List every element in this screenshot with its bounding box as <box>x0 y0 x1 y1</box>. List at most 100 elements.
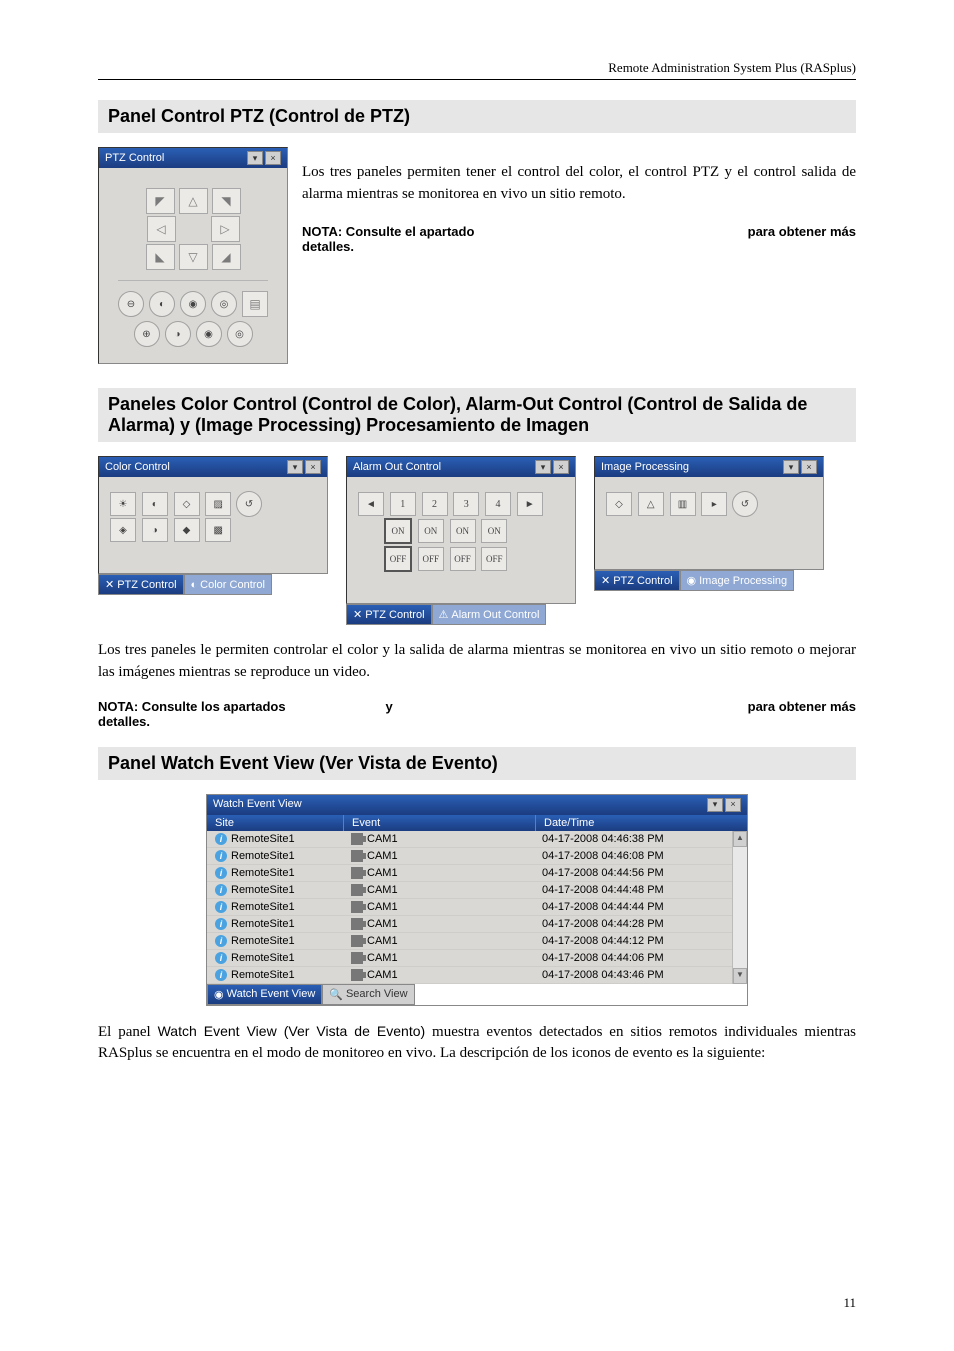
section1-note-right: para obtener más <box>748 224 856 239</box>
alarm-on-2[interactable]: ON <box>418 519 444 543</box>
wev-col-site[interactable]: Site <box>207 815 344 831</box>
ptz-down[interactable]: ▽ <box>179 244 208 270</box>
wev-col-datetime[interactable]: Date/Time <box>536 815 747 831</box>
iris-close-icon[interactable]: ◉ <box>180 291 206 317</box>
brightness-down-icon[interactable]: ◈ <box>110 518 136 542</box>
zoom-out-icon[interactable]: ⊖ <box>118 291 144 317</box>
table-row[interactable]: iRemoteSite1CAM104-17-2008 04:44:28 PM <box>207 916 747 933</box>
ptz-menu-icon[interactable]: ▤ <box>242 291 268 317</box>
color-panel-title: Color Control <box>105 461 170 473</box>
camera-icon <box>351 850 363 862</box>
iris-open-icon[interactable]: ◉ <box>196 321 222 347</box>
ptz-panel-title-text: PTZ Control <box>105 152 164 164</box>
info-icon: i <box>215 969 227 981</box>
hue-up-icon[interactable]: ▨ <box>205 492 231 516</box>
wev-header-row: Site Event Date/Time <box>207 815 747 831</box>
brightness-up-icon[interactable]: ☀ <box>110 492 136 516</box>
watch-event-view-panel: Watch Event View ▾× Site Event Date/Time… <box>206 794 748 1006</box>
table-row[interactable]: iRemoteSite1CAM104-17-2008 04:43:46 PM <box>207 967 747 984</box>
alarm-prev-icon[interactable]: ◄ <box>358 492 384 516</box>
tab-ptz-control[interactable]: ✕PTZ Control <box>98 574 184 595</box>
alarm-on-3[interactable]: ON <box>450 519 476 543</box>
close-icon[interactable]: × <box>553 460 569 474</box>
camera-icon <box>351 935 363 947</box>
ptz-left[interactable]: ◁ <box>147 216 176 242</box>
tab-image-processing[interactable]: ◉Image Processing <box>680 570 795 591</box>
pin-icon[interactable]: ▾ <box>287 460 303 474</box>
alarm-ch-3[interactable]: 3 <box>453 492 479 516</box>
alarm-on-1[interactable]: ON <box>384 518 412 544</box>
contrast-up-icon[interactable]: ◐ <box>142 492 168 516</box>
tab-search-view[interactable]: 🔍Search View <box>322 984 414 1005</box>
scroll-up-icon[interactable]: ▲ <box>733 831 747 847</box>
table-row[interactable]: iRemoteSite1CAM104-17-2008 04:46:08 PM <box>207 848 747 865</box>
table-row[interactable]: iRemoteSite1CAM104-17-2008 04:44:12 PM <box>207 933 747 950</box>
camera-icon <box>351 918 363 930</box>
alarm-off-1[interactable]: OFF <box>384 546 412 572</box>
close-icon[interactable]: × <box>725 798 741 812</box>
table-row[interactable]: iRemoteSite1CAM104-17-2008 04:44:06 PM <box>207 950 747 967</box>
alarm-panel: Alarm Out Control▾× ◄ 1 2 3 4 ► ON ON ON <box>346 456 576 604</box>
ptz-up-left[interactable]: ◤ <box>146 188 175 214</box>
camera-icon <box>351 901 363 913</box>
alarm-ch-1[interactable]: 1 <box>390 492 416 516</box>
ptz-down-right[interactable]: ◢ <box>212 244 241 270</box>
camera-icon <box>351 833 363 845</box>
table-row[interactable]: iRemoteSite1CAM104-17-2008 04:44:44 PM <box>207 899 747 916</box>
pin-icon[interactable]: ▾ <box>535 460 551 474</box>
ptz-up-right[interactable]: ◥ <box>212 188 241 214</box>
table-row[interactable]: iRemoteSite1CAM104-17-2008 04:46:38 PM <box>207 831 747 848</box>
tab-ptz-control[interactable]: ✕PTZ Control <box>346 604 432 625</box>
section1-note-below: detalles. <box>302 239 856 254</box>
alarm-on-4[interactable]: ON <box>481 519 507 543</box>
interpolate-icon[interactable]: ▸ <box>701 492 727 516</box>
pin-icon[interactable]: ▾ <box>707 798 723 812</box>
tab-ptz-control[interactable]: ✕PTZ Control <box>594 570 680 591</box>
contrast-down-icon[interactable]: ◑ <box>142 518 168 542</box>
table-row[interactable]: iRemoteSite1CAM104-17-2008 04:44:56 PM <box>207 865 747 882</box>
ptz-panel-titlebar: PTZ Control ▾ × <box>99 148 287 168</box>
scroll-down-icon[interactable]: ▼ <box>733 968 747 984</box>
camera-icon <box>351 867 363 879</box>
section1-note-left: NOTA: Consulte el apartado <box>302 224 474 239</box>
blur-icon[interactable]: ◇ <box>606 492 632 516</box>
focus-far-icon[interactable]: ◐ <box>149 291 175 317</box>
page-number: 11 <box>843 1295 856 1311</box>
alarm-off-4[interactable]: OFF <box>481 547 507 571</box>
close-icon[interactable]: × <box>801 460 817 474</box>
image-reset-icon[interactable]: ↺ <box>732 491 758 517</box>
goto-preset-icon[interactable]: ◎ <box>227 321 253 347</box>
zoom-in-icon[interactable]: ⊕ <box>134 321 160 347</box>
table-row[interactable]: iRemoteSite1CAM104-17-2008 04:44:48 PM <box>207 882 747 899</box>
pin-icon[interactable]: ▾ <box>783 460 799 474</box>
hue-down-icon[interactable]: ▩ <box>205 518 231 542</box>
saturation-up-icon[interactable]: ◇ <box>174 492 200 516</box>
camera-icon <box>351 952 363 964</box>
alarm-off-2[interactable]: OFF <box>418 547 444 571</box>
equalize-icon[interactable]: ▥ <box>670 492 696 516</box>
scrollbar[interactable]: ▲ ▼ <box>732 831 747 984</box>
close-icon[interactable]: × <box>305 460 321 474</box>
section2-note-left: NOTA: Consulte los apartados <box>98 699 286 714</box>
ptz-up[interactable]: △ <box>179 188 208 214</box>
saturation-down-icon[interactable]: ◆ <box>174 518 200 542</box>
close-icon[interactable]: × <box>265 151 281 165</box>
info-icon: i <box>215 935 227 947</box>
alarm-ch-4[interactable]: 4 <box>485 492 511 516</box>
alarm-off-3[interactable]: OFF <box>450 547 476 571</box>
alarm-next-icon[interactable]: ► <box>517 492 543 516</box>
tab-color-control[interactable]: ◐Color Control <box>184 574 272 595</box>
ptz-down-left[interactable]: ◣ <box>146 244 175 270</box>
preset-icon[interactable]: ◎ <box>211 291 237 317</box>
tab-alarm-control[interactable]: ⚠Alarm Out Control <box>432 604 547 625</box>
section2-note-below: detalles. <box>98 714 856 729</box>
header-product: Remote Administration System Plus (RASpl… <box>98 60 856 76</box>
pin-icon[interactable]: ▾ <box>247 151 263 165</box>
tab-watch-event-view[interactable]: ◉Watch Event View <box>207 984 322 1005</box>
ptz-right[interactable]: ▷ <box>211 216 240 242</box>
sharpen-icon[interactable]: △ <box>638 492 664 516</box>
wev-col-event[interactable]: Event <box>344 815 536 831</box>
alarm-ch-2[interactable]: 2 <box>422 492 448 516</box>
focus-near-icon[interactable]: ◑ <box>165 321 191 347</box>
color-reset-icon[interactable]: ↺ <box>236 491 262 517</box>
